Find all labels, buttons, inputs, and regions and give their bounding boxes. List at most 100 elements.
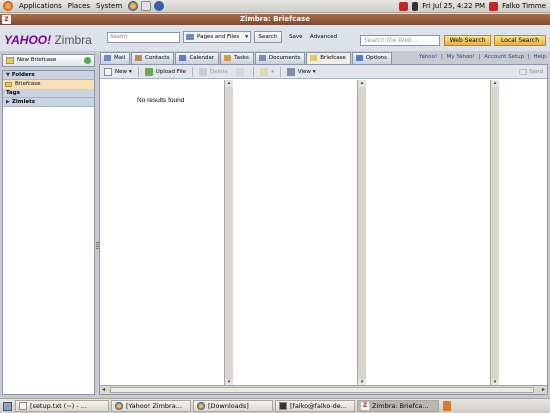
tab-calendar[interactable]: Calendar	[175, 52, 220, 64]
tags-header[interactable]: Tags	[3, 89, 94, 98]
chevron-down-icon: ▾	[245, 34, 248, 40]
vertical-scrollbar[interactable]: ▴ ▾	[490, 80, 499, 386]
view-icon	[286, 67, 295, 76]
downloads-icon	[197, 402, 205, 410]
search-input[interactable]: Search	[107, 32, 180, 43]
web-search-input[interactable]: Search the Web...	[360, 35, 440, 46]
window-titlebar[interactable]: Z Zimbra: Briefcase	[0, 14, 550, 25]
save-search-link[interactable]: Save	[289, 34, 303, 40]
web-search-button[interactable]: Web Search	[444, 35, 491, 46]
help-link[interactable]: Help	[533, 54, 546, 60]
system-menu[interactable]: System	[93, 2, 125, 10]
zimbra-app: YAHOO! Zimbra Search Pages and Files ▾ S…	[0, 25, 550, 398]
expand-down-icon[interactable]: ▼	[6, 72, 10, 78]
column-pane[interactable]: No results found	[100, 80, 224, 386]
tab-contacts[interactable]: Contacts	[131, 52, 175, 64]
gnome-foot-icon[interactable]	[3, 1, 13, 11]
firefox-launcher-icon[interactable]	[128, 1, 139, 11]
window-title: Zimbra: Briefcase	[240, 15, 310, 23]
task-downloads[interactable]: [Downloads]	[193, 400, 273, 412]
link-separator: |	[478, 54, 481, 60]
delete-button[interactable]: Delete	[195, 65, 232, 79]
tab-documents[interactable]: Documents	[254, 52, 306, 64]
task-setup-txt[interactable]: [setup.txt (~) - ...	[15, 400, 109, 412]
folder-item-briefcase[interactable]: Briefcase	[3, 80, 94, 89]
briefcase-icon	[310, 55, 318, 61]
network-icon[interactable]	[399, 1, 409, 11]
user-name[interactable]: Falko Timme	[502, 2, 546, 10]
tab-briefcase[interactable]: Briefcase	[306, 52, 351, 64]
zimlets-header[interactable]: ▶ Zimlets	[3, 98, 94, 107]
yahoo-link[interactable]: Yahoo!	[419, 54, 437, 60]
chevron-down-icon: ▾	[129, 68, 132, 75]
view-button[interactable]: View ▾	[283, 65, 320, 79]
tab-mail[interactable]: Mail	[100, 52, 131, 64]
toolbar-divider	[253, 66, 255, 77]
applications-menu[interactable]: Applications	[16, 2, 65, 10]
calendar-icon	[179, 55, 187, 61]
briefcase-icon	[6, 57, 14, 64]
tasks-icon	[224, 55, 232, 61]
scroll-right-icon[interactable]: ▸	[542, 386, 545, 394]
tag-button[interactable]: ▾	[256, 65, 278, 79]
search-scope-select[interactable]: Pages and Files ▾	[183, 31, 251, 43]
account-setup-link[interactable]: Account Setup	[484, 54, 524, 60]
task-zimbra-briefcase[interactable]: Z Zimbra: Briefca...	[357, 400, 439, 412]
upload-file-button[interactable]: Upload File	[141, 65, 190, 79]
clock[interactable]: Fri Jul 25, 4:22 PM	[422, 2, 485, 10]
briefcase-main: New ▾ Upload File Delete ▾ View ▾ Send N…	[99, 64, 548, 395]
add-icon	[84, 57, 91, 64]
pages-files-icon	[186, 34, 194, 40]
places-menu[interactable]: Places	[65, 2, 93, 10]
tab-tasks[interactable]: Tasks	[220, 52, 254, 64]
scroll-left-icon[interactable]: ◂	[102, 386, 105, 394]
documents-icon	[258, 55, 266, 61]
delete-icon	[199, 67, 207, 76]
mail-icon	[104, 55, 111, 61]
tag-icon	[260, 67, 269, 76]
my-yahoo-link[interactable]: My Yahoo!	[447, 54, 475, 60]
column-pane[interactable]	[366, 80, 490, 386]
new-briefcase-button[interactable]: New Briefcase	[2, 54, 95, 67]
toolbar-divider	[192, 66, 193, 77]
column-pane[interactable]	[499, 80, 547, 386]
folders-header[interactable]: ▼ Folders	[3, 71, 94, 80]
vertical-scrollbar[interactable]: ▴ ▾	[224, 80, 233, 386]
show-desktop-icon[interactable]	[3, 401, 12, 411]
mail-launcher-icon[interactable]	[141, 1, 152, 11]
link-separator: |	[527, 54, 530, 60]
options-icon	[355, 55, 363, 61]
scroll-thumb[interactable]	[110, 387, 534, 393]
app-header: YAHOO! Zimbra Search Pages and Files ▾ S…	[0, 25, 550, 51]
user-switcher-icon[interactable]	[489, 1, 499, 11]
move-button[interactable]	[232, 65, 251, 79]
new-button[interactable]: New ▾	[100, 65, 136, 79]
scroll-up-icon[interactable]: ▴	[358, 80, 366, 87]
help-launcher-icon[interactable]	[154, 1, 165, 11]
bottom-taskbar: [setup.txt (~) - ... [Yahoo! Zimbra... […	[0, 398, 550, 413]
new-document-icon	[104, 67, 112, 76]
briefcase-columns: No results found ▴ ▾ ▴ ▾ ▴ ▾	[100, 80, 547, 386]
trash-icon[interactable]	[443, 401, 451, 411]
horizontal-scrollbar[interactable]: ◂ ▸	[100, 385, 547, 394]
vertical-scrollbar[interactable]: ▴ ▾	[357, 80, 366, 386]
task-terminal[interactable]: [falko@falko-de...	[275, 400, 355, 412]
local-search-button[interactable]: Local Search	[494, 35, 546, 46]
column-pane[interactable]	[233, 80, 357, 386]
scroll-up-icon[interactable]: ▴	[225, 80, 233, 87]
advanced-search-link[interactable]: Advanced	[310, 34, 337, 40]
task-yahoo-zimbra[interactable]: [Yahoo! Zimbra...	[111, 400, 191, 412]
search-button[interactable]: Search	[254, 31, 282, 43]
terminal-icon	[279, 402, 287, 410]
move-icon	[236, 67, 245, 76]
scroll-up-icon[interactable]: ▴	[491, 80, 499, 87]
upload-icon	[144, 67, 153, 76]
volume-icon[interactable]	[412, 1, 419, 11]
tab-options[interactable]: Options	[351, 52, 393, 64]
toolbar-divider	[137, 66, 139, 77]
app-tabs: Mail Contacts Calendar Tasks Documents B…	[100, 52, 393, 64]
briefcase-toolbar: New ▾ Upload File Delete ▾ View ▾ Send	[100, 65, 547, 79]
send-button[interactable]: Send	[519, 68, 543, 75]
expand-right-icon[interactable]: ▶	[6, 99, 10, 105]
chevron-down-icon: ▾	[312, 68, 316, 75]
